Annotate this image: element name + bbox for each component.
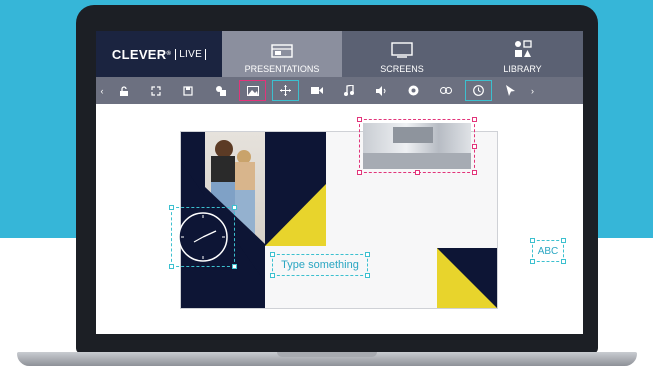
clock-handle-bl[interactable] <box>169 264 174 269</box>
abc-text-content[interactable]: ABC <box>538 246 559 257</box>
clock-icon <box>472 85 484 96</box>
brand-logo: CLEVER ® LIVE <box>96 31 222 77</box>
showroom-photo <box>363 123 471 169</box>
brand-name: CLEVER <box>111 46 167 62</box>
resize-handle-b[interactable] <box>415 170 420 175</box>
yellow-triangle-center <box>265 184 326 246</box>
shapes-button[interactable] <box>207 80 234 101</box>
image-icon <box>246 85 259 96</box>
clock-handle-br[interactable] <box>232 264 237 269</box>
clock-button[interactable] <box>464 80 492 101</box>
abc-text-element[interactable]: ABC <box>530 238 566 264</box>
abc-handle-tl[interactable] <box>530 238 535 243</box>
pointer-button[interactable] <box>497 80 524 101</box>
resize-handle-tl[interactable] <box>357 117 362 122</box>
navy-yellow-corner-block <box>437 248 497 308</box>
fullscreen-button[interactable] <box>143 80 170 101</box>
text-handle-tr[interactable] <box>365 252 370 257</box>
text-handle-bl[interactable] <box>270 273 275 278</box>
text-element[interactable]: Type something <box>270 252 370 278</box>
text-handle-tl[interactable] <box>270 252 275 257</box>
showroom-shelf <box>393 127 433 143</box>
shapes-icon <box>215 85 226 96</box>
resize-handle-bl[interactable] <box>357 170 362 175</box>
library-icon <box>514 40 532 57</box>
music-icon <box>344 85 355 96</box>
unlock-icon <box>120 85 129 96</box>
abc-handle-bl[interactable] <box>530 259 535 264</box>
tab-screens[interactable]: SCREENS <box>342 31 462 77</box>
laptop-notch <box>277 352 377 357</box>
unlock-button[interactable] <box>111 80 138 101</box>
move-button[interactable] <box>271 80 299 101</box>
resize-handle-r[interactable] <box>472 144 477 149</box>
monitor-icon <box>391 42 413 58</box>
fullscreen-icon <box>151 85 161 96</box>
save-button[interactable] <box>175 80 202 101</box>
resize-handle-br[interactable] <box>472 170 477 175</box>
brand-live: LIVE <box>175 48 207 60</box>
toolbar: ‹ › <box>96 77 583 104</box>
volume-icon <box>375 85 386 96</box>
tab-library-label: LIBRARY <box>503 64 542 74</box>
clock-handle-tr[interactable] <box>232 205 237 210</box>
link-button[interactable] <box>432 80 459 101</box>
app-screen: CLEVER ® LIVE PRESENTATIONS SCREENS LIBR… <box>96 31 583 334</box>
chrome-button[interactable] <box>400 80 427 101</box>
resize-handle-tr[interactable] <box>472 117 477 122</box>
chrome-icon <box>408 85 419 96</box>
video-button[interactable] <box>304 80 331 101</box>
link-icon <box>439 87 452 94</box>
brand-registered: ® <box>166 51 172 57</box>
text-handle-br[interactable] <box>365 273 370 278</box>
showroom-image-element[interactable] <box>357 117 477 175</box>
image-button[interactable] <box>239 80 267 101</box>
toolbar-scroll-left[interactable]: ‹ <box>96 86 108 96</box>
text-element-content[interactable]: Type something <box>281 259 359 271</box>
clock-handle-tl[interactable] <box>169 205 174 210</box>
abc-handle-br[interactable] <box>561 259 566 264</box>
header-tabs: CLEVER ® LIVE PRESENTATIONS SCREENS LIBR… <box>96 31 583 77</box>
presentation-icon <box>271 44 293 58</box>
tab-screens-label: SCREENS <box>380 64 424 74</box>
tab-library[interactable]: LIBRARY <box>462 31 583 77</box>
toolbar-scroll-right[interactable]: › <box>526 86 538 96</box>
analog-clock <box>178 212 228 262</box>
tab-presentations[interactable]: PRESENTATIONS <box>222 31 342 77</box>
music-button[interactable] <box>336 80 363 101</box>
tab-presentations-label: PRESENTATIONS <box>244 64 320 74</box>
abc-handle-tr[interactable] <box>561 238 566 243</box>
showroom-floor <box>363 153 471 169</box>
pointer-icon <box>505 85 515 96</box>
save-icon <box>183 85 194 96</box>
move-icon <box>279 85 291 96</box>
video-icon <box>311 87 324 94</box>
volume-button[interactable] <box>368 80 395 101</box>
clock-widget-element[interactable] <box>169 205 237 269</box>
